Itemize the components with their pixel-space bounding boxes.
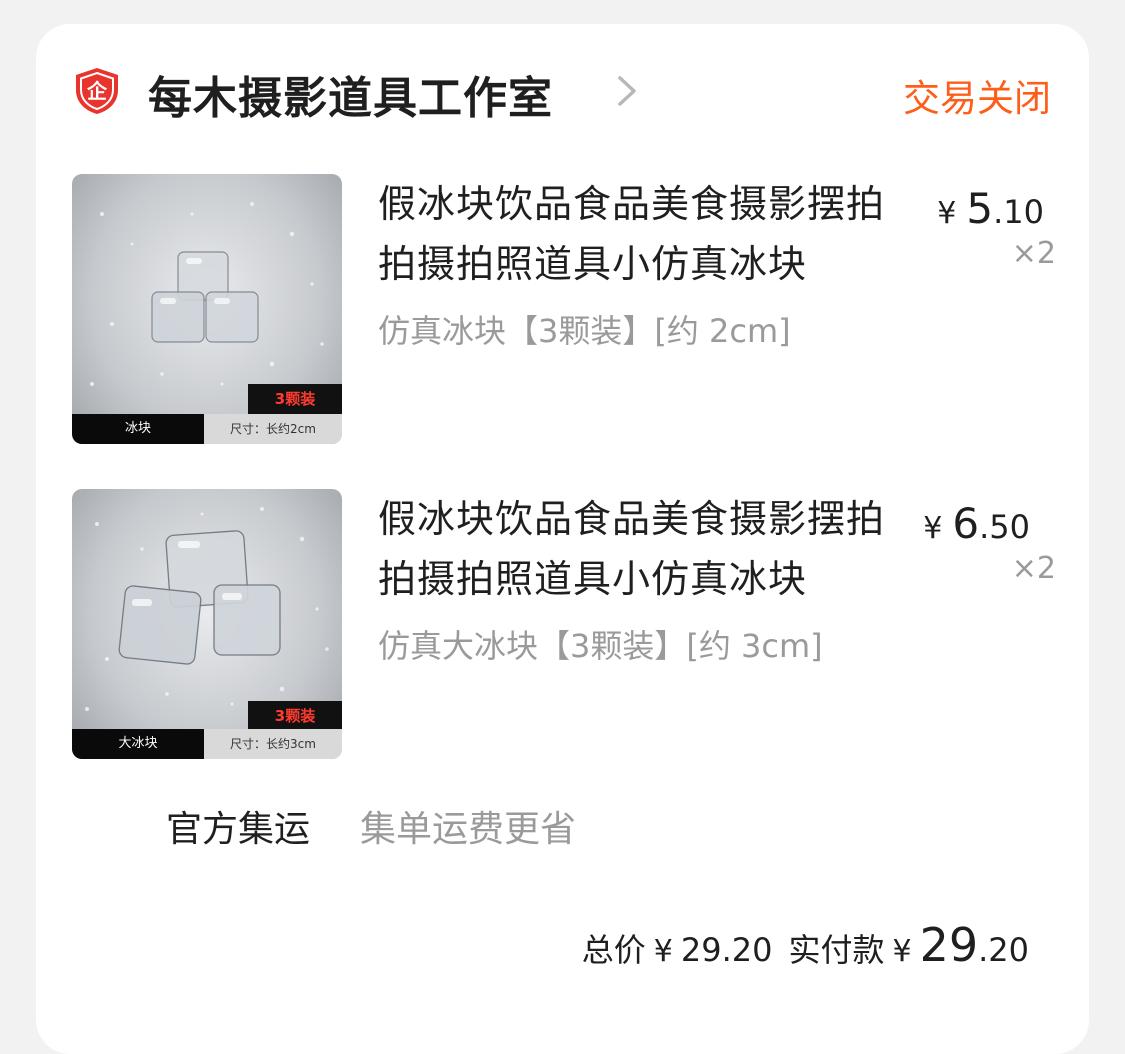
total-value: 29.20	[680, 931, 773, 969]
order-item[interactable]: 3颗装 大冰块 尺寸：长约3cm 假冰块饮品食品美食摄影摆拍拍摄拍照道具小仿真冰…	[72, 489, 1072, 761]
currency-symbol: ¥	[892, 934, 912, 969]
product-title[interactable]: 假冰块饮品食品美食摄影摆拍拍摄拍照道具小仿真冰块	[378, 174, 900, 294]
currency-symbol: ¥	[937, 196, 957, 231]
product-quantity: ×2	[1011, 551, 1056, 586]
chevron-right-icon[interactable]	[614, 74, 640, 108]
enterprise-shield-icon: 企	[74, 66, 120, 116]
thumb-label-size: 尺寸：长约3cm	[204, 729, 342, 759]
order-totals: 总价 ¥29.20 实付款 ¥29.20	[582, 918, 1029, 972]
price-integer: 5	[966, 184, 994, 233]
price-decimal: .10	[993, 193, 1044, 231]
price-integer: 6	[952, 499, 980, 548]
thumb-label-bar: 冰块 尺寸：长约2cm	[72, 414, 342, 444]
product-title[interactable]: 假冰块饮品食品美食摄影摆拍拍摄拍照道具小仿真冰块	[378, 489, 900, 609]
total-label: 总价	[581, 931, 646, 969]
thumb-label-bar: 大冰块 尺寸：长约3cm	[72, 729, 342, 759]
consolidated-shipping-desc: 集单运费更省	[360, 809, 577, 850]
product-thumbnail[interactable]: 3颗装 大冰块 尺寸：长约3cm	[72, 489, 342, 759]
paid-integer: 29	[919, 918, 979, 972]
product-spec: 仿真大冰块【3颗装】[约 3cm]	[378, 627, 823, 665]
product-price: ¥6.50	[923, 499, 1030, 548]
product-price: ¥5.10	[937, 184, 1044, 233]
order-item[interactable]: 3颗装 冰块 尺寸：长约2cm 假冰块饮品食品美食摄影摆拍拍摄拍照道具小仿真冰块…	[72, 174, 1072, 446]
thumb-label-name: 冰块	[72, 414, 204, 444]
paid-decimal: .20	[978, 931, 1029, 969]
price-decimal: .50	[979, 508, 1030, 546]
currency-symbol: ¥	[923, 511, 943, 546]
paid-label: 实付款	[788, 931, 885, 969]
currency-symbol: ¥	[653, 934, 673, 969]
product-spec: 仿真冰块【3颗装】[约 2cm]	[378, 312, 791, 350]
product-quantity: ×2	[1011, 236, 1056, 271]
pack-tag: 3颗装	[248, 384, 342, 414]
thumb-label-name: 大冰块	[72, 729, 204, 759]
pack-tag: 3颗装	[248, 701, 342, 731]
product-thumbnail[interactable]: 3颗装 冰块 尺寸：长约2cm	[72, 174, 342, 444]
thumb-label-size: 尺寸：长约2cm	[204, 414, 342, 444]
svg-text:企: 企	[86, 79, 108, 103]
shop-name-link[interactable]: 每木摄影道具工作室	[148, 62, 553, 126]
order-status: 交易关闭	[903, 77, 1051, 120]
consolidated-shipping-label[interactable]: 官方集运	[166, 800, 310, 852]
